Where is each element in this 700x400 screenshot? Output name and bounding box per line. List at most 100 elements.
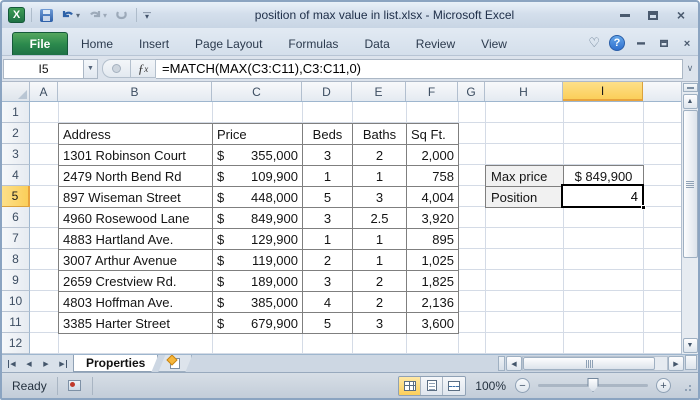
row-header-9[interactable]: 9 [2,270,30,291]
cell-price[interactable]: $849,900 [212,207,303,229]
cell-price[interactable]: $355,000 [212,144,303,166]
col-header-f[interactable]: F [406,82,458,101]
col-header-b[interactable]: B [58,82,212,101]
zoom-level[interactable]: 100% [475,379,506,393]
restore-button[interactable] [646,9,660,21]
cell-sqft[interactable]: 2,136 [406,291,459,313]
zoom-slider-thumb[interactable] [587,378,599,392]
tab-split-handle[interactable] [498,356,505,371]
tab-page-layout[interactable]: Page Layout [182,32,275,55]
tab-view[interactable]: View [468,32,520,55]
cell-price[interactable]: $119,000 [212,249,303,271]
expand-formula-bar-button[interactable]: ∨ [683,59,697,79]
workbook-restore-button[interactable] [658,38,669,48]
cell-baths[interactable]: 1 [352,165,407,187]
vertical-scrollbar[interactable]: ▲ ▼ [681,82,698,354]
cell-beds[interactable]: 4 [302,291,353,313]
cell-address[interactable]: 4960 Rosewood Lane [58,207,213,229]
name-box[interactable]: I5 [3,58,83,79]
macro-record-button[interactable] [64,377,86,395]
cell-address[interactable]: 2479 North Bend Rd [58,165,213,187]
row-header-3[interactable]: 3 [2,144,30,165]
cell-baths[interactable]: 3 [352,312,407,334]
horizontal-scroll-track[interactable] [522,356,668,371]
header-beds[interactable]: Beds [302,123,353,145]
customize-quick-access-toolbar-button[interactable]: — ▾ [143,9,151,21]
tab-data[interactable]: Data [351,32,402,55]
cell-beds[interactable]: 5 [302,312,353,334]
row-header-12[interactable]: 12 [2,333,30,354]
row-header-5-selected[interactable]: 5 [2,186,30,207]
header-baths[interactable]: Baths [352,123,407,145]
resize-grip[interactable] [680,380,692,392]
header-sqft[interactable]: Sq Ft. [406,123,459,145]
cell-sqft[interactable]: 1,825 [406,270,459,292]
sheet-tab-properties[interactable]: Properties [73,355,158,372]
undo-dropdown-caret[interactable]: ▾ [76,11,80,20]
cell-beds[interactable]: 2 [302,249,353,271]
insert-function-button[interactable]: ƒx [130,59,156,78]
cell-baths[interactable]: 2 [352,144,407,166]
cell-address[interactable]: 2659 Crestview Rd. [58,270,213,292]
redo-button[interactable]: ▾ [86,6,109,24]
minimize-button[interactable] [618,9,632,21]
cell-sqft[interactable]: 4,004 [406,186,459,208]
help-button[interactable]: ? [609,35,625,51]
cell-price[interactable]: $109,900 [212,165,303,187]
vertical-scroll-thumb[interactable] [682,110,698,258]
row-header-10[interactable]: 10 [2,291,30,312]
normal-view-button[interactable] [399,376,422,395]
last-sheet-button[interactable]: ▶ [55,357,71,371]
row-header-11[interactable]: 11 [2,312,30,333]
scroll-left-button[interactable]: ◀ [506,356,522,371]
cell-sqft[interactable]: 1,025 [406,249,459,271]
selected-cell-i5[interactable]: 4 [561,184,646,210]
horizontal-scroll-thumb[interactable] [523,357,656,370]
heart-icon[interactable]: ♡ [588,35,600,51]
cell-beds[interactable]: 3 [302,207,353,229]
tab-formulas[interactable]: Formulas [275,32,351,55]
cell-sqft[interactable]: 3,600 [406,312,459,334]
first-sheet-button[interactable]: ◀ [4,357,20,371]
cell-address[interactable]: 1301 Robinson Court [58,144,213,166]
tab-review[interactable]: Review [403,32,468,55]
page-layout-view-button[interactable] [421,376,444,395]
cell-sqft[interactable]: 3,920 [406,207,459,229]
tab-file[interactable]: File [12,32,68,55]
close-button[interactable]: × [674,8,688,22]
cell-sqft[interactable]: 895 [406,228,459,250]
previous-sheet-button[interactable]: ◀ [21,357,37,371]
cell-baths[interactable]: 2 [352,291,407,313]
cell-grid[interactable]: Address Price Beds Baths Sq Ft. 1301 Rob… [30,102,681,354]
row-header-1[interactable]: 1 [2,102,30,123]
excel-logo-icon[interactable]: X [8,7,25,23]
cell-price[interactable]: $189,000 [212,270,303,292]
cell-sqft[interactable]: 2,000 [406,144,459,166]
col-header-e[interactable]: E [352,82,406,101]
position-label[interactable]: Position [485,186,564,208]
name-box-dropdown[interactable]: ▼ [83,58,98,79]
cell-price[interactable]: $679,900 [212,312,303,334]
cell-beds[interactable]: 3 [302,144,353,166]
page-break-view-button[interactable] [443,376,466,395]
zoom-in-button[interactable]: + [656,378,671,393]
tab-home[interactable]: Home [68,32,126,55]
cell-price[interactable]: $385,000 [212,291,303,313]
repeat-button[interactable] [113,6,130,24]
cell-beds[interactable]: 5 [302,186,353,208]
header-address[interactable]: Address [58,123,213,145]
scroll-down-button[interactable]: ▼ [682,338,698,353]
zoom-slider-track[interactable] [538,378,648,392]
cell-sqft[interactable]: 758 [406,165,459,187]
row-header-4[interactable]: 4 [2,165,30,186]
next-sheet-button[interactable]: ▶ [38,357,54,371]
cell-address[interactable]: 4883 Hartland Ave. [58,228,213,250]
col-header-a[interactable]: A [30,82,58,101]
cell-price[interactable]: $448,000 [212,186,303,208]
workbook-close-button[interactable]: × [681,37,692,48]
cell-beds[interactable]: 1 [302,165,353,187]
fill-handle[interactable] [641,205,646,210]
zoom-out-button[interactable]: − [515,378,530,393]
cell-baths[interactable]: 3 [352,186,407,208]
row-header-2[interactable]: 2 [2,123,30,144]
